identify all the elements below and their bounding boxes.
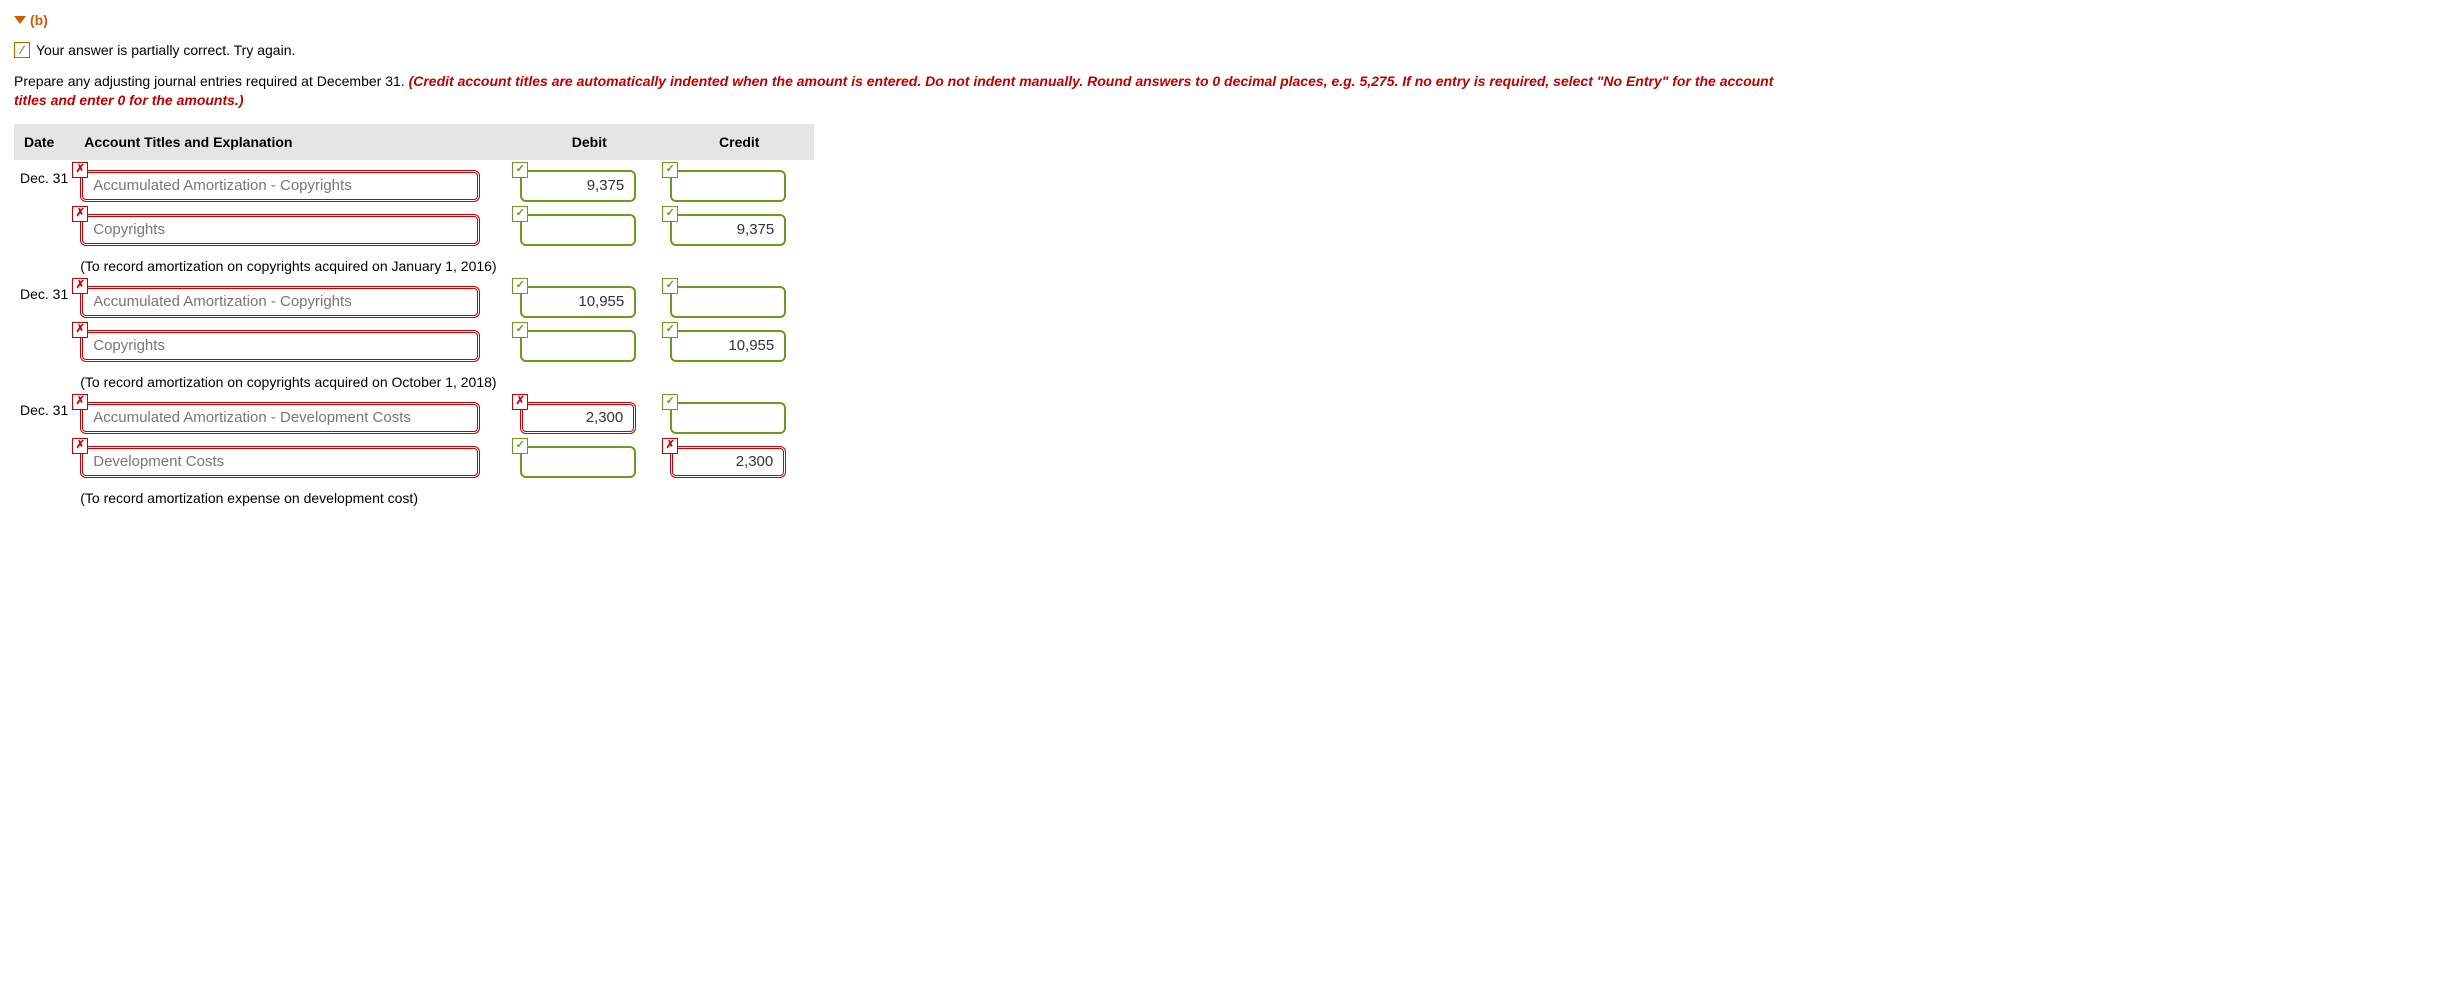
col-date: Date <box>14 124 74 160</box>
journal-line: ✗ ✓ ✓ <box>14 320 814 364</box>
explanation-row: (To record amortization on copyrights ac… <box>14 364 814 392</box>
credit-input[interactable] <box>670 286 786 318</box>
check-icon: ✓ <box>512 206 528 222</box>
explanation-text: (To record amortization on copyrights ac… <box>74 248 814 276</box>
credit-cell: ✓ <box>664 276 814 320</box>
check-icon: ✓ <box>512 278 528 294</box>
check-icon: ✓ <box>512 438 528 454</box>
account-cell: ✗ <box>74 392 514 436</box>
credit-input[interactable] <box>670 330 786 362</box>
check-icon: ✓ <box>662 322 678 338</box>
x-icon: ✗ <box>72 278 88 294</box>
journal-line: Dec. 31✗ ✓ ✓ <box>14 276 814 320</box>
check-icon: ✓ <box>512 322 528 338</box>
credit-cell: ✓ <box>664 320 814 364</box>
date-cell: Dec. 31 <box>14 160 74 204</box>
credit-cell: ✓ <box>664 392 814 436</box>
credit-input[interactable] <box>670 214 786 246</box>
account-title-input[interactable] <box>80 170 480 202</box>
account-cell: ✗ <box>74 276 514 320</box>
debit-input[interactable] <box>520 286 636 318</box>
journal-line: ✗ ✓ ✓ <box>14 204 814 248</box>
journal-line: Dec. 31✗ ✓ ✓ <box>14 160 814 204</box>
debit-cell: ✓ <box>514 204 664 248</box>
credit-input[interactable] <box>670 446 786 478</box>
col-acct: Account Titles and Explanation <box>74 124 514 160</box>
debit-cell: ✓ <box>514 160 664 204</box>
account-title-input[interactable] <box>80 330 480 362</box>
check-icon: ✓ <box>662 206 678 222</box>
credit-input[interactable] <box>670 170 786 202</box>
explanation-row: (To record amortization expense on devel… <box>14 480 814 508</box>
collapse-icon <box>14 16 26 24</box>
explanation-text: (To record amortization on copyrights ac… <box>74 364 814 392</box>
journal-line: Dec. 31✗✗✓ <box>14 392 814 436</box>
debit-input[interactable] <box>520 330 636 362</box>
credit-cell: ✓ <box>664 204 814 248</box>
instructions-plain: Prepare any adjusting journal entries re… <box>14 73 409 89</box>
debit-cell: ✗ <box>514 392 664 436</box>
col-debit: Debit <box>514 124 664 160</box>
explanation-row: (To record amortization on copyrights ac… <box>14 248 814 276</box>
journal-table: Date Account Titles and Explanation Debi… <box>14 124 814 508</box>
x-icon: ✗ <box>72 206 88 222</box>
check-icon: ✓ <box>662 278 678 294</box>
part-header[interactable]: (b) <box>14 12 2448 28</box>
x-icon: ✗ <box>662 438 678 454</box>
debit-cell: ✓ <box>514 320 664 364</box>
account-cell: ✗ <box>74 436 514 480</box>
check-icon: ✓ <box>662 162 678 178</box>
credit-cell: ✗ <box>664 436 814 480</box>
date-cell <box>14 320 74 364</box>
date-cell <box>14 436 74 480</box>
account-cell: ✗ <box>74 204 514 248</box>
x-icon: ✗ <box>72 438 88 454</box>
journal-line: ✗ ✓ ✗ <box>14 436 814 480</box>
account-title-input[interactable] <box>80 286 480 318</box>
account-cell: ✗ <box>74 320 514 364</box>
account-title-input[interactable] <box>80 446 480 478</box>
instructions: Prepare any adjusting journal entries re… <box>14 72 1774 110</box>
date-cell: Dec. 31 <box>14 276 74 320</box>
account-title-input[interactable] <box>80 214 480 246</box>
check-icon: ✓ <box>662 394 678 410</box>
x-icon: ✗ <box>512 394 528 410</box>
debit-input[interactable] <box>520 402 636 434</box>
account-title-input[interactable] <box>80 402 480 434</box>
col-credit: Credit <box>664 124 814 160</box>
date-cell: Dec. 31 <box>14 392 74 436</box>
credit-cell: ✓ <box>664 160 814 204</box>
part-label-text: (b) <box>30 12 48 28</box>
check-icon: ✓ <box>512 162 528 178</box>
debit-input[interactable] <box>520 170 636 202</box>
explanation-text: (To record amortization expense on devel… <box>74 480 814 508</box>
debit-cell: ✓ <box>514 436 664 480</box>
debit-cell: ✓ <box>514 276 664 320</box>
credit-input[interactable] <box>670 402 786 434</box>
feedback-row: ⁄ Your answer is partially correct. Try … <box>14 42 2448 58</box>
date-cell <box>14 204 74 248</box>
account-cell: ✗ <box>74 160 514 204</box>
feedback-text: Your answer is partially correct. Try ag… <box>36 42 295 58</box>
partial-correct-icon: ⁄ <box>14 42 30 58</box>
debit-input[interactable] <box>520 446 636 478</box>
x-icon: ✗ <box>72 162 88 178</box>
debit-input[interactable] <box>520 214 636 246</box>
x-icon: ✗ <box>72 394 88 410</box>
x-icon: ✗ <box>72 322 88 338</box>
